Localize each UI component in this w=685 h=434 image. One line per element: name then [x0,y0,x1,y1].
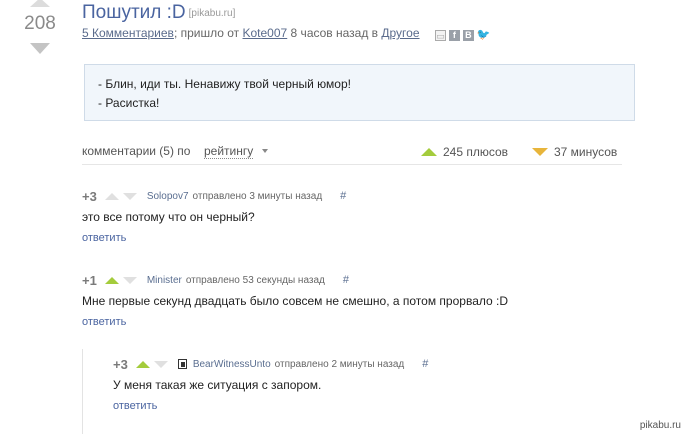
comment-author[interactable]: Solopov7 [147,191,189,202]
comment-header: +3 Solopov7 отправлено 3 минуты назад # [82,188,346,204]
upvote-icon[interactable] [135,360,150,368]
comment: +3 Solopov7 отправлено 3 минуты назад # … [82,188,346,245]
post-meta: 5 Комментариев; пришло от Kote007 8 часо… [82,26,491,41]
comment-score: +3 [113,356,128,372]
comment-header: +3 BearWitnessUnto отправлено 2 минуты н… [113,356,428,372]
comment-permalink[interactable]: # [343,274,349,286]
comment-text: Мне первые секунд двадцать было совсем н… [82,294,509,308]
comment-text: это все потому что он черный? [82,210,255,224]
comment-score: +3 [82,188,97,204]
comment-permalink[interactable]: # [422,358,428,370]
comment-author[interactable]: BearWitnessUnto [193,359,271,370]
quote-line-2: - Расистка! [98,96,160,110]
user-avatar-icon [177,359,187,369]
sort-dropdown[interactable]: рейтингу [204,144,254,159]
comment-time: отправлено 2 минуты назад [274,358,405,370]
minus-count-text: 37 минусов [554,145,618,159]
comment-score: +1 [82,272,97,288]
comments-count-label: комментарии (5) по [82,144,191,158]
post-source: [pikabu.ru] [188,8,236,19]
facebook-icon[interactable]: f [448,30,460,41]
post-title-row: Пошутил :D [pikabu.ru] [82,2,235,24]
meta-text-1: ; пришло от [173,26,243,40]
post-content-box: - Блин, иди ты. Ненавижу твой черный юмо… [84,64,635,121]
comment-author[interactable]: Minister [147,275,182,286]
post-title[interactable]: Пошутил :D [82,2,186,23]
watermark: pikabu.ru [639,420,681,431]
downvote-icon[interactable] [122,276,137,284]
upvote-icon[interactable] [104,192,119,200]
comment: +3 BearWitnessUnto отправлено 2 минуты н… [113,356,428,413]
upvote-icon[interactable] [104,276,119,284]
comment: +1 Minister отправлено 53 секунды назад … [82,272,509,329]
quote-line-1: - Блин, иди ты. Ненавижу твой черный юмо… [98,77,351,91]
vk-icon[interactable]: B [462,30,474,41]
plus-count-text: 245 плюсов [443,145,509,159]
downvote-arrow-icon[interactable] [30,43,50,54]
reply-link[interactable]: ответить [113,400,428,412]
reply-thread-line [82,349,83,434]
minus-count: 37 минусов [532,145,617,159]
plus-count: 245 плюсов [421,145,508,159]
post-author-link[interactable]: Kote007 [243,26,288,40]
downvote-icon[interactable] [153,360,168,368]
save-icon[interactable]: ▭ [434,30,446,41]
comments-count-link[interactable]: 5 Комментариев [82,26,174,40]
plus-triangle-icon [421,148,437,156]
comment-permalink[interactable]: # [340,190,346,202]
post-rating: 208 [24,13,56,34]
comment-header: +1 Minister отправлено 53 секунды назад … [82,272,508,288]
upvote-arrow-icon[interactable] [30,0,50,7]
reply-link[interactable]: ответить [82,232,346,244]
chevron-down-icon[interactable] [262,149,268,153]
minus-triangle-icon [532,148,548,156]
comments-sort-bar: комментарии (5) по рейтингу 245 плюсов 3… [82,141,622,165]
reply-link[interactable]: ответить [82,316,508,328]
twitter-icon[interactable]: 🐦 [477,30,491,41]
comment-time: отправлено 3 минуты назад [192,190,323,202]
meta-text-2: 8 часов назад в [287,26,382,40]
share-icons: ▭ f B 🐦 [434,30,491,41]
downvote-icon[interactable] [122,192,137,200]
comment-text: У меня такая же ситуация с запором. [113,378,322,392]
comment-time: отправлено 53 секунды назад [185,274,325,286]
post-category-link[interactable]: Другое [381,26,419,40]
post-vote-column: 208 [14,0,66,54]
